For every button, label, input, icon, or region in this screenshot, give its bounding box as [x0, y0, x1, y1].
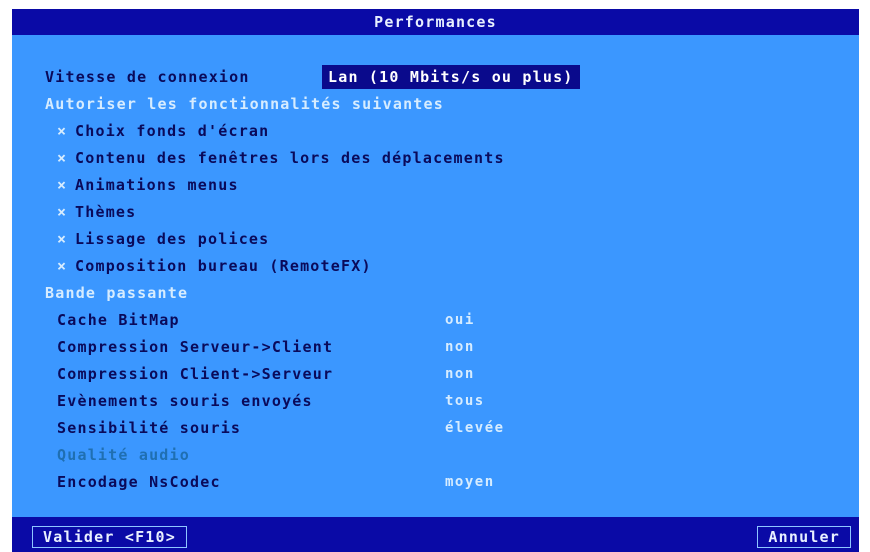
mouse-events-label: Evènements souris envoyés — [57, 392, 313, 410]
feature-label: Choix fonds d'écran — [75, 122, 270, 140]
features-heading: Autoriser les fonctionnalités suivantes — [45, 95, 444, 113]
checkbox-checked-icon[interactable]: × — [57, 122, 75, 140]
feature-item-menu-animations[interactable]: × Animations menus — [57, 176, 239, 194]
feature-label: Contenu des fenêtres lors des déplacemen… — [75, 149, 505, 167]
bitmap-cache-value[interactable]: oui — [445, 311, 475, 329]
checkbox-checked-icon[interactable]: × — [57, 149, 75, 167]
bitmap-cache-label: Cache BitMap — [57, 311, 180, 329]
feature-label: Composition bureau (RemoteFX) — [75, 257, 372, 275]
feature-label: Lissage des polices — [75, 230, 270, 248]
checkbox-checked-icon[interactable]: × — [57, 230, 75, 248]
checkbox-checked-icon[interactable]: × — [57, 257, 75, 275]
compression-server-client-value[interactable]: non — [445, 338, 475, 356]
validate-button[interactable]: Valider <F10> — [32, 526, 187, 548]
checkbox-checked-icon[interactable]: × — [57, 176, 75, 194]
performance-dialog: Performances Vitesse de connexion Lan (1… — [12, 9, 859, 552]
feature-item-desktop-composition[interactable]: × Composition bureau (RemoteFX) — [57, 257, 372, 275]
dialog-title: Performances — [12, 9, 859, 35]
feature-item-window-contents[interactable]: × Contenu des fenêtres lors des déplaceme… — [57, 149, 505, 167]
button-bar: Valider <F10> Annuler — [12, 517, 859, 552]
feature-item-wallpaper[interactable]: × Choix fonds d'écran — [57, 122, 269, 140]
connection-speed-select[interactable]: Lan (10 Mbits/s ou plus) — [322, 65, 580, 89]
compression-server-client-label: Compression Serveur->Client — [57, 338, 334, 356]
nscodec-encoding-label: Encodage NsCodec — [57, 473, 221, 491]
connection-speed-label: Vitesse de connexion — [45, 68, 250, 86]
mouse-sensitivity-value[interactable]: élevée — [445, 419, 505, 437]
mouse-events-value[interactable]: tous — [445, 392, 485, 410]
feature-item-font-smoothing[interactable]: × Lissage des polices — [57, 230, 269, 248]
nscodec-encoding-value[interactable]: moyen — [445, 473, 495, 491]
feature-label: Thèmes — [75, 203, 137, 221]
feature-item-themes[interactable]: × Thèmes — [57, 203, 136, 221]
checkbox-checked-icon[interactable]: × — [57, 203, 75, 221]
audio-quality-label: Qualité audio — [57, 446, 190, 464]
feature-label: Animations menus — [75, 176, 239, 194]
mouse-sensitivity-label: Sensibilité souris — [57, 419, 242, 437]
compression-client-server-value[interactable]: non — [445, 365, 475, 383]
bandwidth-heading: Bande passante — [45, 284, 189, 302]
compression-client-server-label: Compression Client->Serveur — [57, 365, 334, 383]
cancel-button[interactable]: Annuler — [757, 526, 851, 548]
